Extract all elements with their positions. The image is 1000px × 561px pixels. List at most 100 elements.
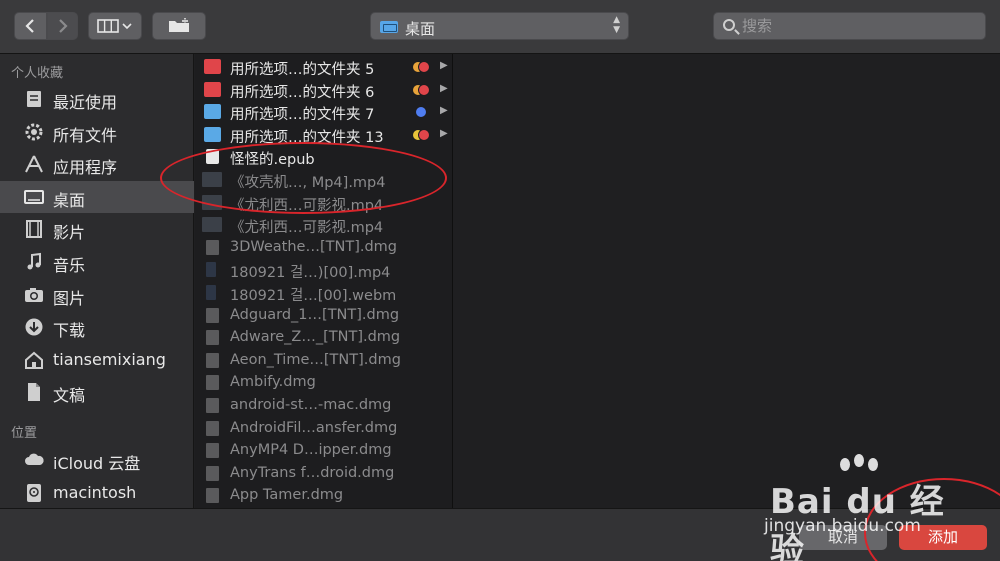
new-folder-icon <box>169 18 189 32</box>
location-popup[interactable]: 桌面 ▲ ▼ <box>370 12 629 40</box>
cloud-icon <box>23 450 45 470</box>
sidebar-item-label: 影片 <box>53 223 86 243</box>
sidebar-item-label: 所有文件 <box>53 125 118 145</box>
music-icon <box>23 252 45 272</box>
location-label: 桌面 <box>405 20 436 38</box>
tag-dot-icon <box>418 128 430 141</box>
file-row[interactable]: 用所选项…的文件夹 6 ▶ <box>195 79 452 101</box>
sidebar-item-label: macintosh <box>53 482 137 502</box>
file-name: android-st…-mac.dmg <box>230 397 392 413</box>
search-field[interactable] <box>713 12 986 40</box>
movies-icon <box>23 219 45 239</box>
sidebar-item-label: tiansemixiang <box>53 349 166 369</box>
file-row[interactable]: 《攻壳机…, Mp4].mp4 <box>195 169 452 191</box>
epub-icon <box>206 149 219 165</box>
disclosure-arrow-icon: ▶ <box>440 105 448 117</box>
file-list-column[interactable]: 用所选项…的文件夹 5 ▶ 用所选项…的文件夹 6 ▶ 用所选项…的文件夹 7 ▶ 用所选项… <box>195 54 453 508</box>
chevron-right-icon <box>59 19 68 33</box>
search-input[interactable] <box>742 16 972 36</box>
file-row[interactable]: 《尤利西…可影视.mp4 <box>195 192 452 214</box>
file-name: AnyMP4 D…ipper.dmg <box>230 442 392 459</box>
sidebar-item-label: 音乐 <box>53 256 86 275</box>
back-button[interactable] <box>14 12 47 40</box>
sidebar-item-documents[interactable]: 文稿 <box>0 376 194 408</box>
document-icon <box>206 420 219 436</box>
file-name: 用所选项…的文件夹 13 <box>230 129 384 146</box>
gear-icon <box>23 122 45 142</box>
document-icon <box>206 465 219 481</box>
video-thin-icon <box>206 262 216 278</box>
file-name: 《尤利西…可影视.mp4 <box>230 220 384 237</box>
file-row[interactable]: 怪怪的.epub <box>195 146 452 169</box>
file-row[interactable]: 用所选项…的文件夹 13 ▶ <box>195 124 452 146</box>
cancel-button[interactable]: 取消 <box>799 525 887 550</box>
view-mode-button[interactable] <box>88 12 142 40</box>
sidebar-item-movies[interactable]: 影片 <box>0 213 194 245</box>
document-icon <box>206 352 219 368</box>
disk-icon <box>23 483 45 503</box>
document-icon <box>206 398 219 413</box>
file-row[interactable]: 《尤利西…可影视.mp4 <box>195 214 452 237</box>
file-name: 用所选项…的文件夹 5 <box>230 62 375 78</box>
sidebar-item-applications[interactable]: 应用程序 <box>0 148 194 180</box>
file-row[interactable]: App Tamer.dmg <box>195 485 452 507</box>
file-name: 180921 걸…[00].webm <box>230 288 397 304</box>
tag-dot-icon <box>418 61 430 73</box>
tag-dot-icon <box>418 83 430 96</box>
sidebar-header-locations: 位置 <box>11 426 38 441</box>
file-name: Ambify.dmg <box>230 374 316 391</box>
file-row[interactable]: 用所选项…的文件夹 5 ▶ <box>195 56 452 78</box>
file-row[interactable]: AndroidFil…ansfer.dmg <box>195 418 452 440</box>
document-icon <box>206 239 219 255</box>
sidebar-item-gear[interactable]: 所有文件 <box>0 116 194 148</box>
document-icon <box>206 488 219 504</box>
sidebar-item-desktop[interactable]: 桌面 <box>0 180 194 213</box>
folder-icon <box>204 104 221 120</box>
file-row[interactable]: 180921 걸…)[00].mp4 <box>195 259 452 281</box>
file-row[interactable]: Aeon_Time…[TNT].dmg <box>195 350 452 372</box>
file-name: Aeon_Time…[TNT].dmg <box>230 351 401 368</box>
sidebar-item-recents[interactable]: 最近使用 <box>0 83 194 115</box>
file-row[interactable]: AnyMP4 D…ipper.dmg <box>195 440 452 462</box>
sidebar-item-label: 桌面 <box>53 190 86 210</box>
file-name: 怪怪的.epub <box>230 152 315 169</box>
file-row[interactable]: Adguard_1…[TNT].dmg <box>195 305 452 327</box>
sidebar-item-cloud[interactable]: iCloud 云盘 <box>0 444 194 476</box>
toolbar: 桌面 ▲ ▼ <box>0 0 1000 54</box>
document-icon <box>206 443 219 459</box>
sidebar-item-label: 图片 <box>53 288 86 308</box>
file-row[interactable]: AnyTrans f…droid.dmg <box>195 463 452 485</box>
new-folder-button[interactable] <box>152 12 206 40</box>
bottom-bar: 取消 添加 <box>0 508 1000 561</box>
add-button[interactable]: 添加 <box>899 525 987 550</box>
file-row[interactable]: 180921 걸…[00].webm <box>195 282 452 304</box>
disclosure-arrow-icon: ▶ <box>440 127 448 139</box>
folder-icon <box>204 81 221 97</box>
file-row[interactable]: android-st…-mac.dmg <box>195 395 452 417</box>
disclosure-arrow-icon: ▶ <box>440 60 448 71</box>
file-row[interactable]: Adware_Z…_[TNT].dmg <box>195 327 452 349</box>
file-row[interactable]: 3DWeathe…[TNT].dmg <box>195 237 452 259</box>
sidebar-item-label: 应用程序 <box>53 158 118 178</box>
file-name: 《尤利西…可影视.mp4 <box>230 197 384 214</box>
forward-button[interactable] <box>47 12 78 40</box>
file-row[interactable]: 用所选项…的文件夹 7 ▶ <box>195 101 452 123</box>
video-icon <box>202 172 222 187</box>
sidebar-item-camera[interactable]: 图片 <box>0 279 194 311</box>
preview-column <box>454 54 1000 508</box>
video-icon <box>202 194 222 210</box>
sidebar-item-label: 最近使用 <box>53 93 118 112</box>
chevron-left-icon <box>25 19 34 33</box>
sidebar-item-home[interactable]: tiansemixiang <box>0 344 194 376</box>
file-row[interactable]: Ambify.dmg <box>195 372 452 394</box>
home-icon <box>23 350 45 370</box>
sidebar-item-music[interactable]: 音乐 <box>0 246 194 278</box>
sidebar-item-disk[interactable]: macintosh <box>0 477 194 509</box>
desktop-folder-icon <box>380 21 398 33</box>
sidebar-item-label: iCloud 云盘 <box>53 454 141 473</box>
folder-icon <box>204 59 221 74</box>
camera-icon <box>23 285 45 305</box>
sidebar-item-download[interactable]: 下载 <box>0 311 194 343</box>
sidebar-item-label: 下载 <box>53 321 86 341</box>
file-name: 《攻壳机…, Mp4].mp4 <box>230 175 386 191</box>
